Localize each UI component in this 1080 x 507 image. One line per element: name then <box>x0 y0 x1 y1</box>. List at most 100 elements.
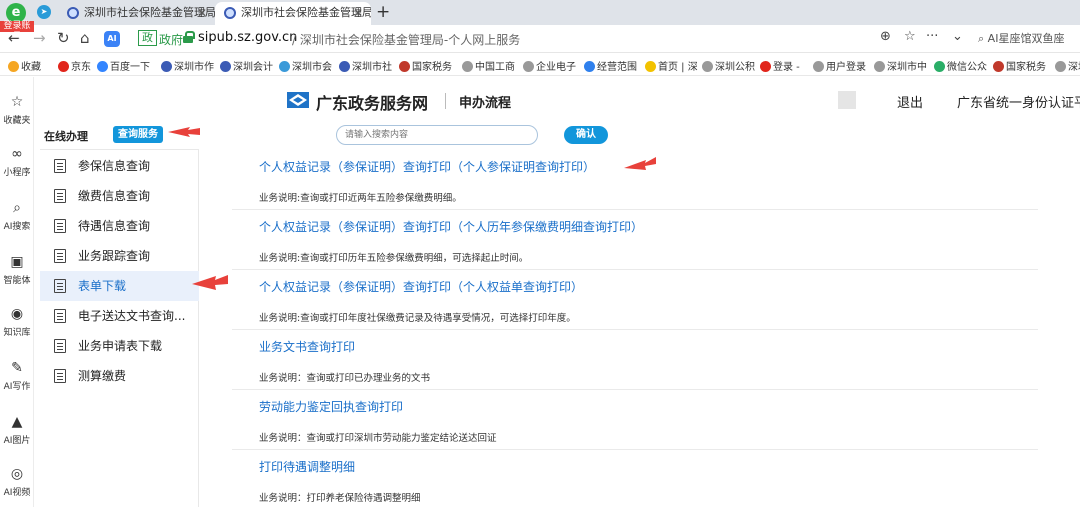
list-item: 个人权益记录（参保证明）查询打印（个人权益单查询打印） 业务说明:查询或打印年度社… <box>232 270 1038 330</box>
bookmark-item[interactable]: 经营范围 <box>584 58 637 73</box>
bookmark-label: 经营范围 <box>597 62 637 73</box>
browser-logo-icon[interactable]: e <box>6 3 26 23</box>
entry-description: 业务说明:查询或打印年度社保缴费记录及待遇享受情况，可选择打印年度。 <box>259 313 576 324</box>
bookmark-item[interactable]: 百度一下 <box>97 58 150 73</box>
bookmark-item[interactable]: 首页 | 深 <box>645 58 698 73</box>
bookmark-item[interactable]: 深圳市社 <box>339 58 392 73</box>
sidebar-item-label: AI搜索 <box>3 222 31 232</box>
bookmark-item[interactable]: 深圳公积 <box>702 58 755 73</box>
bookmark-favicon-icon <box>645 61 656 72</box>
bookmark-label: 深圳 <box>1068 62 1080 73</box>
bookmark-item[interactable]: 深圳会计 <box>220 58 273 73</box>
sidebar-item[interactable]: ☆ 收藏夹 <box>0 93 34 126</box>
forward-icon[interactable]: → <box>33 29 46 47</box>
bookmark-item[interactable]: 国家税务 <box>399 58 452 73</box>
document-icon <box>54 339 66 353</box>
menu-item[interactable]: 电子送达文书查询... <box>40 301 199 331</box>
url-path: / 深圳市社会保险基金管理局-个人网上服务 <box>292 33 521 47</box>
guangdong-logo-icon <box>287 92 309 108</box>
list-item: 业务文书查询打印业务说明：查询或打印已办理业务的文书 <box>232 330 1038 390</box>
entry-title-link[interactable]: 个人权益记录（参保证明）查询打印（个人历年参保缴费明细查询打印） <box>259 218 643 235</box>
menu-item[interactable]: 业务跟踪查询 <box>40 241 199 271</box>
bookmark-item[interactable]: 深圳市作 <box>161 58 214 73</box>
close-tab-icon[interactable]: ✕ <box>353 2 363 24</box>
login-account-badge[interactable]: 登录账号 <box>0 21 34 42</box>
entry-description: 业务说明：查询或打印已办理业务的文书 <box>259 373 431 384</box>
bookmark-item[interactable]: 登录 - <box>760 58 800 73</box>
page-subtitle: 申办流程 <box>459 96 512 111</box>
tab-2-active[interactable]: 深圳市社会保险基金管理局- ✕ <box>215 2 371 25</box>
sidebar-item[interactable]: ▣ 智能体 <box>0 253 34 286</box>
browser-search-box[interactable]: ⌕ AI星座馆双鱼座 <box>978 30 1064 46</box>
entry-title-link[interactable]: 劳动能力鉴定回执查询打印 <box>259 398 403 415</box>
browser-tab-strip: e 登录账号 ➤ 深圳市社会保险基金管理局- ✕ 深圳市社会保险基金管理局- ✕… <box>0 0 1080 42</box>
home-icon[interactable]: ⌂ <box>80 29 90 47</box>
query-service-button[interactable]: 查询服务 <box>113 126 163 143</box>
document-icon <box>54 279 66 293</box>
menu-item[interactable]: 缴费信息查询 <box>40 181 199 211</box>
ai-image-icon: ▲ <box>11 414 23 430</box>
bookmark-favicon-icon <box>462 61 473 72</box>
logout-link[interactable]: 退出 <box>897 92 923 111</box>
sidebar-item[interactable]: ◉ 知识库 <box>0 305 34 338</box>
sidebar-item[interactable]: ∞ 小程序 <box>0 145 34 178</box>
favorites-icon: ☆ <box>10 94 24 110</box>
new-tab-icon[interactable]: + <box>376 2 390 22</box>
bookmark-item[interactable]: 中国工商 <box>462 58 515 73</box>
mini-program-icon: ∞ <box>11 146 23 162</box>
star-icon[interactable]: ☆ <box>904 29 916 44</box>
sidebar-item[interactable]: ◎ AI视频 <box>0 465 34 498</box>
list-item: 个人权益记录（参保证明）查询打印（个人历年参保缴费明细查询打印） 业务说明:查询或… <box>232 210 1038 270</box>
menu-item[interactable]: 测算缴费 <box>40 361 199 391</box>
bookmark-label: 深圳市中 <box>887 62 927 73</box>
bookmark-item[interactable]: 深圳市会 <box>279 58 332 73</box>
avatar[interactable] <box>838 91 856 109</box>
close-tab-icon[interactable]: ✕ <box>197 2 207 24</box>
sidebar-item[interactable]: ✎ AI写作 <box>0 359 34 392</box>
reload-icon[interactable]: ↻ <box>57 29 70 47</box>
more-icon[interactable]: ··· <box>926 29 938 44</box>
bookmark-item[interactable]: 企业电子 <box>523 58 576 73</box>
sidebar-item-label: AI视频 <box>3 488 31 498</box>
bookmark-label: 深圳会计 <box>233 62 273 73</box>
menu-item[interactable]: 表单下载 <box>40 271 199 301</box>
bookmark-item[interactable]: 微信公众 <box>934 58 987 73</box>
online-service-label: 在线办理 <box>44 130 88 143</box>
search-input[interactable] <box>336 125 538 145</box>
location-icon[interactable]: ⊕ <box>880 29 891 44</box>
bookmark-favicon-icon <box>1055 61 1066 72</box>
entry-title-link[interactable]: 业务文书查询打印 <box>259 338 355 355</box>
bookmark-item[interactable]: 深圳市中 <box>874 58 927 73</box>
url-field[interactable]: 政 政府 sipub.sz.gov.cn / 深圳市社会保险基金管理局-个人网上… <box>130 28 970 50</box>
entry-title-link[interactable]: 个人权益记录（参保证明）查询打印（个人参保证明查询打印） <box>259 158 595 175</box>
bookmark-item[interactable]: 用户登录 <box>813 58 866 73</box>
bookmark-favicon-icon <box>279 61 290 72</box>
menu-item[interactable]: 业务申请表下载 <box>40 331 199 361</box>
bookmark-label: 深圳市社 <box>352 62 392 73</box>
document-icon <box>54 309 66 323</box>
sidebar-item-label: AI写作 <box>3 382 31 392</box>
bookmark-label: 中国工商 <box>475 62 515 73</box>
menu-item[interactable]: 参保信息查询 <box>40 151 199 181</box>
sidebar-item[interactable]: ▲ AI图片 <box>0 413 34 446</box>
menu-item-label: 业务跟踪查询 <box>78 249 151 263</box>
telegram-icon[interactable]: ➤ <box>37 5 51 19</box>
bookmark-label: 用户登录 <box>826 62 866 73</box>
entry-title-link[interactable]: 打印待遇调整明细 <box>259 458 355 475</box>
bookmark-item[interactable]: 收藏 <box>8 58 41 73</box>
confirm-button[interactable]: 确认 <box>564 126 608 144</box>
bookmark-favicon-icon <box>874 61 885 72</box>
ai-assistant-icon[interactable]: AI <box>104 31 120 47</box>
tab-1[interactable]: 深圳市社会保险基金管理局- ✕ <box>58 2 215 25</box>
chevron-down-icon[interactable]: ⌄ <box>952 29 963 44</box>
bookmark-item[interactable]: 国家税务 <box>993 58 1046 73</box>
sidebar-item[interactable]: ⌕ AI搜索 <box>0 199 34 232</box>
menu-item[interactable]: 待遇信息查询 <box>40 211 199 241</box>
ai-writing-icon: ✎ <box>11 360 23 376</box>
menu-item-label: 测算缴费 <box>78 369 127 383</box>
bookmark-label: 登录 - <box>773 62 800 73</box>
bookmark-item[interactable]: 京东 <box>58 58 91 73</box>
bookmark-item[interactable]: 深圳 <box>1055 58 1080 73</box>
entry-title-link[interactable]: 个人权益记录（参保证明）查询打印（个人权益单查询打印） <box>259 278 583 295</box>
auth-platform-link[interactable]: 广东省统一身份认证平台 <box>957 92 1080 111</box>
